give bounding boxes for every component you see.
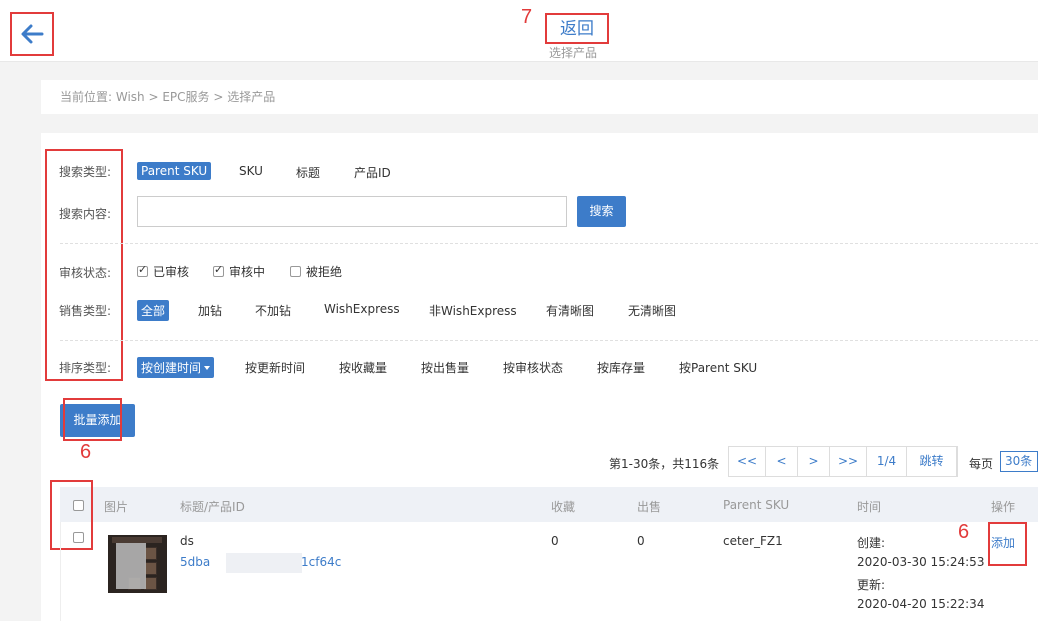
- sort-type-label: 排序类型:: [59, 361, 112, 375]
- per-page-label: 每页: [969, 457, 994, 471]
- search-type-parent-sku[interactable]: Parent SKU: [137, 162, 212, 180]
- sort-by-created-dropdown[interactable]: 按创建时间: [137, 357, 215, 378]
- review-status-label-text: 被拒绝: [306, 265, 343, 279]
- search-content-label: 搜索内容:: [59, 207, 112, 221]
- blurred-region: [226, 553, 302, 573]
- caret-down-icon: [204, 366, 211, 370]
- favorites-count: 0: [551, 534, 559, 548]
- pagination: << < > >> 1/4 跳转: [728, 446, 958, 477]
- annotation-number: 6: [958, 521, 970, 543]
- column-header-image: 图片: [104, 500, 129, 514]
- created-time: 2020-03-30 15:24:53: [857, 555, 985, 569]
- review-status-pending[interactable]: 审核中: [213, 263, 265, 280]
- annotation-box: [63, 398, 122, 441]
- checkbox-icon[interactable]: [73, 532, 84, 543]
- sales-type-no-clear-image[interactable]: 无清晰图: [628, 302, 676, 319]
- jump-button[interactable]: 跳转: [907, 447, 957, 476]
- annotation-box: [988, 522, 1027, 566]
- sales-type-non-wishexpress[interactable]: 非WishExpress: [429, 302, 517, 319]
- sort-by-favorites[interactable]: 按收藏量: [339, 359, 387, 376]
- product-id-link-suffix[interactable]: 1cf64c: [301, 555, 341, 569]
- column-header-action: 操作: [991, 500, 1016, 514]
- row-checkbox[interactable]: [73, 531, 89, 545]
- review-status-label: 审核状态:: [59, 266, 112, 280]
- sales-type-diamond[interactable]: 加钻: [198, 302, 222, 319]
- breadcrumb: 当前位置: Wish > EPC服务 > 选择产品: [41, 80, 1038, 114]
- parent-sku-value: ceter_FZ1: [723, 534, 783, 548]
- review-status-rejected[interactable]: 被拒绝: [290, 263, 342, 280]
- page-title: 选择产品: [549, 46, 598, 60]
- column-header-title: 标题/产品ID: [180, 500, 245, 514]
- first-page-button[interactable]: <<: [729, 447, 766, 476]
- updated-time: 2020-04-20 15:22:34: [857, 597, 985, 611]
- sort-by-updated[interactable]: 按更新时间: [245, 359, 305, 376]
- search-button[interactable]: 搜索: [577, 196, 626, 227]
- sort-by-stock[interactable]: 按库存量: [597, 359, 645, 376]
- sort-by-sales[interactable]: 按出售量: [421, 359, 469, 376]
- prev-page-button[interactable]: <: [766, 447, 798, 476]
- checkbox-icon[interactable]: [137, 263, 148, 277]
- product-thumbnail[interactable]: [108, 535, 167, 593]
- search-type-label: 搜索类型:: [59, 165, 112, 179]
- search-type-sku[interactable]: SKU: [239, 164, 263, 178]
- sales-count: 0: [637, 534, 645, 548]
- sort-by-parent-sku[interactable]: 按Parent SKU: [679, 359, 757, 376]
- product-title: ds: [180, 534, 194, 548]
- sort-by-review-status[interactable]: 按审核状态: [503, 359, 563, 376]
- created-label: 创建:: [857, 536, 886, 550]
- checkbox-icon[interactable]: [213, 263, 224, 277]
- page-header: 返回 选择产品: [0, 0, 1038, 62]
- sales-type-all[interactable]: 全部: [137, 300, 170, 321]
- search-type-title[interactable]: 标题: [296, 164, 320, 181]
- divider: [60, 243, 1038, 244]
- column-header-favorites: 收藏: [551, 500, 576, 514]
- sort-by-created-label: 按创建时间: [141, 361, 202, 375]
- review-status-label-text: 已审核: [153, 265, 190, 279]
- review-status-label-text: 审核中: [229, 265, 266, 279]
- updated-label: 更新:: [857, 578, 886, 592]
- arrow-left-icon: [21, 24, 44, 44]
- sales-type-clear-image[interactable]: 有清晰图: [546, 302, 594, 319]
- pagination-info: 第1-30条，共116条: [609, 457, 720, 471]
- divider: [60, 340, 1038, 341]
- table-border: [60, 522, 61, 621]
- sales-type-wishexpress[interactable]: WishExpress: [324, 302, 400, 316]
- search-type-product-id[interactable]: 产品ID: [354, 164, 391, 181]
- column-header-time: 时间: [857, 500, 882, 514]
- back-arrow-button[interactable]: [10, 12, 54, 56]
- sales-type-no-diamond[interactable]: 不加钻: [255, 302, 291, 319]
- product-id-link-prefix[interactable]: 5dba: [180, 555, 210, 569]
- review-status-approved[interactable]: 已审核: [137, 263, 189, 280]
- back-link[interactable]: 返回: [545, 13, 609, 44]
- search-input[interactable]: [137, 196, 567, 227]
- annotation-number: 7: [521, 6, 533, 28]
- page-indicator: 1/4: [867, 447, 907, 476]
- column-header-parent-sku: Parent SKU: [723, 498, 790, 512]
- blurred-region: [116, 543, 146, 589]
- per-page-select[interactable]: 30条: [1000, 451, 1038, 472]
- checkbox-icon[interactable]: [290, 266, 301, 277]
- annotation-number: 6: [80, 441, 92, 463]
- last-page-button[interactable]: >>: [830, 447, 867, 476]
- column-header-sales: 出售: [637, 500, 662, 514]
- sales-type-label: 销售类型:: [59, 304, 112, 318]
- next-page-button[interactable]: >: [798, 447, 830, 476]
